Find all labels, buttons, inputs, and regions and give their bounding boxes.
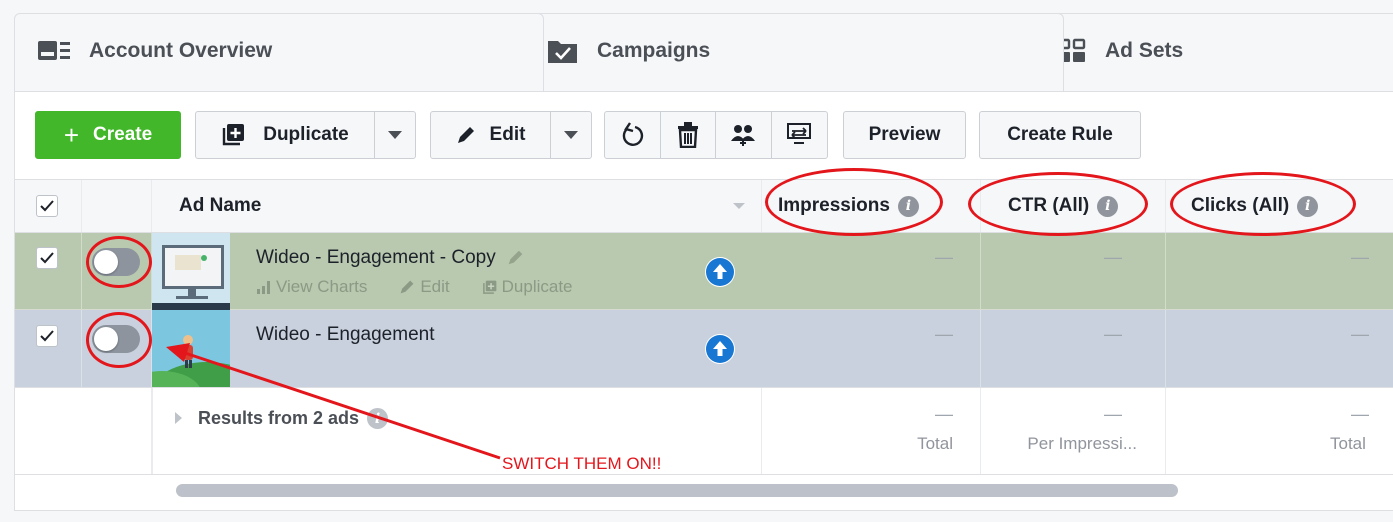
ads-manager-screen: Ad Sets Campaigns Account Overview + Cre… [0, 0, 1393, 522]
annotation-arrow [166, 343, 501, 460]
annotation-text: SWITCH THEM ON!! [502, 454, 662, 473]
